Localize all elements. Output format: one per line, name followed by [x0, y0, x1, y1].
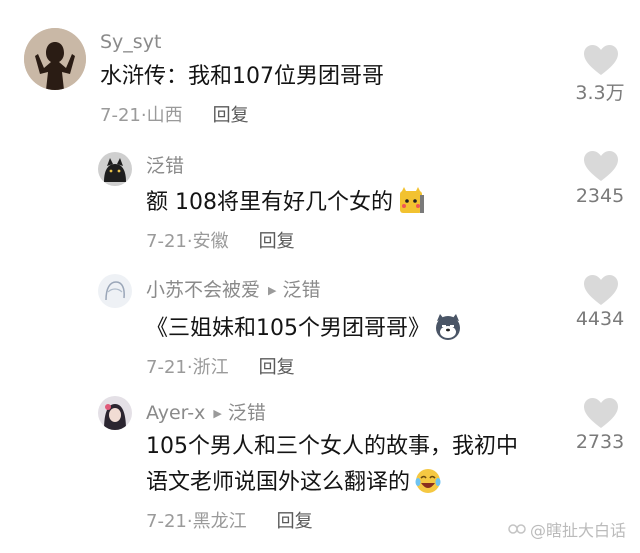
- comment-date: 7-21: [146, 511, 187, 532]
- comment-meta: 7-21·黑龙江 回复: [146, 511, 313, 532]
- like-count: 2733: [575, 431, 625, 453]
- comment-text: 水浒传：我和107位男团哥哥: [100, 64, 384, 89]
- comment-meta: 7-21·浙江 回复: [146, 357, 295, 378]
- heart-icon[interactable]: [583, 44, 619, 76]
- heart-icon[interactable]: [583, 150, 619, 182]
- reply-button[interactable]: 回复: [259, 357, 295, 378]
- comment-date: 7-21: [100, 105, 141, 126]
- reply-arrow-icon: ▶: [213, 407, 222, 420]
- comment-username[interactable]: Sy_syt: [100, 30, 161, 54]
- watermark-logo-icon: [508, 524, 526, 534]
- comment-username[interactable]: 泛错: [146, 154, 184, 178]
- husky-emoji: [436, 314, 460, 340]
- reply-button[interactable]: 回复: [259, 231, 295, 252]
- like-count: 2345: [575, 185, 625, 207]
- comment-text: 语文老师说国外这么翻译的: [146, 466, 442, 500]
- comment-text-line: 《三姐妹和105个男团哥哥》: [146, 316, 430, 341]
- heart-icon[interactable]: [583, 274, 619, 306]
- comment-text: 额 108将里有好几个女的: [146, 186, 425, 220]
- comment-date: 7-21: [146, 231, 187, 252]
- comment-username[interactable]: Ayer-x ▶ 泛错: [146, 401, 266, 428]
- comment-location: 黑龙江: [192, 511, 247, 532]
- avatar-cat: [98, 152, 132, 186]
- comment-text: 《三姐妹和105个男团哥哥》: [146, 312, 462, 346]
- avatar[interactable]: [24, 28, 86, 90]
- avatar-sketch: [98, 274, 132, 308]
- reply-arrow-icon: ▶: [268, 284, 277, 297]
- comment-date: 7-21: [146, 357, 187, 378]
- avatar[interactable]: [98, 152, 132, 186]
- comment-location: 浙江: [192, 357, 229, 378]
- laugh-cry-emoji: [415, 469, 441, 493]
- avatar-girl: [98, 396, 132, 430]
- watermark-text: @瞎扯大白话: [529, 521, 626, 540]
- like-count: 4434: [575, 308, 625, 330]
- avatar-silhouette: [24, 28, 86, 90]
- reply-button[interactable]: 回复: [213, 105, 249, 126]
- reply-author[interactable]: Ayer-x: [146, 402, 205, 424]
- like-count: 3.3万: [575, 82, 625, 104]
- watermark: @瞎扯大白话: [508, 517, 626, 541]
- reply-author[interactable]: 小苏不会被爱: [146, 279, 260, 301]
- reply-button[interactable]: 回复: [277, 511, 313, 532]
- comment-text-line: 105个男人和三个女人的故事，我初中: [146, 434, 518, 459]
- pikachu-emoji: [400, 187, 424, 213]
- heart-icon[interactable]: [583, 397, 619, 429]
- comment-text-line: 语文老师说国外这么翻译的: [146, 470, 411, 495]
- avatar[interactable]: [98, 274, 132, 308]
- comment-location: 山西: [146, 105, 183, 126]
- reply-target[interactable]: 泛错: [282, 279, 320, 301]
- reply-target[interactable]: 泛错: [228, 402, 266, 424]
- comment-meta: 7-21·山西 回复: [100, 105, 249, 126]
- comment-location: 安徽: [192, 231, 229, 252]
- comment-username[interactable]: 小苏不会被爱 ▶ 泛错: [146, 278, 321, 305]
- comment-meta: 7-21·安徽 回复: [146, 231, 295, 252]
- avatar[interactable]: [98, 396, 132, 430]
- comment-text-line: 额 108将里有好几个女的: [146, 190, 393, 215]
